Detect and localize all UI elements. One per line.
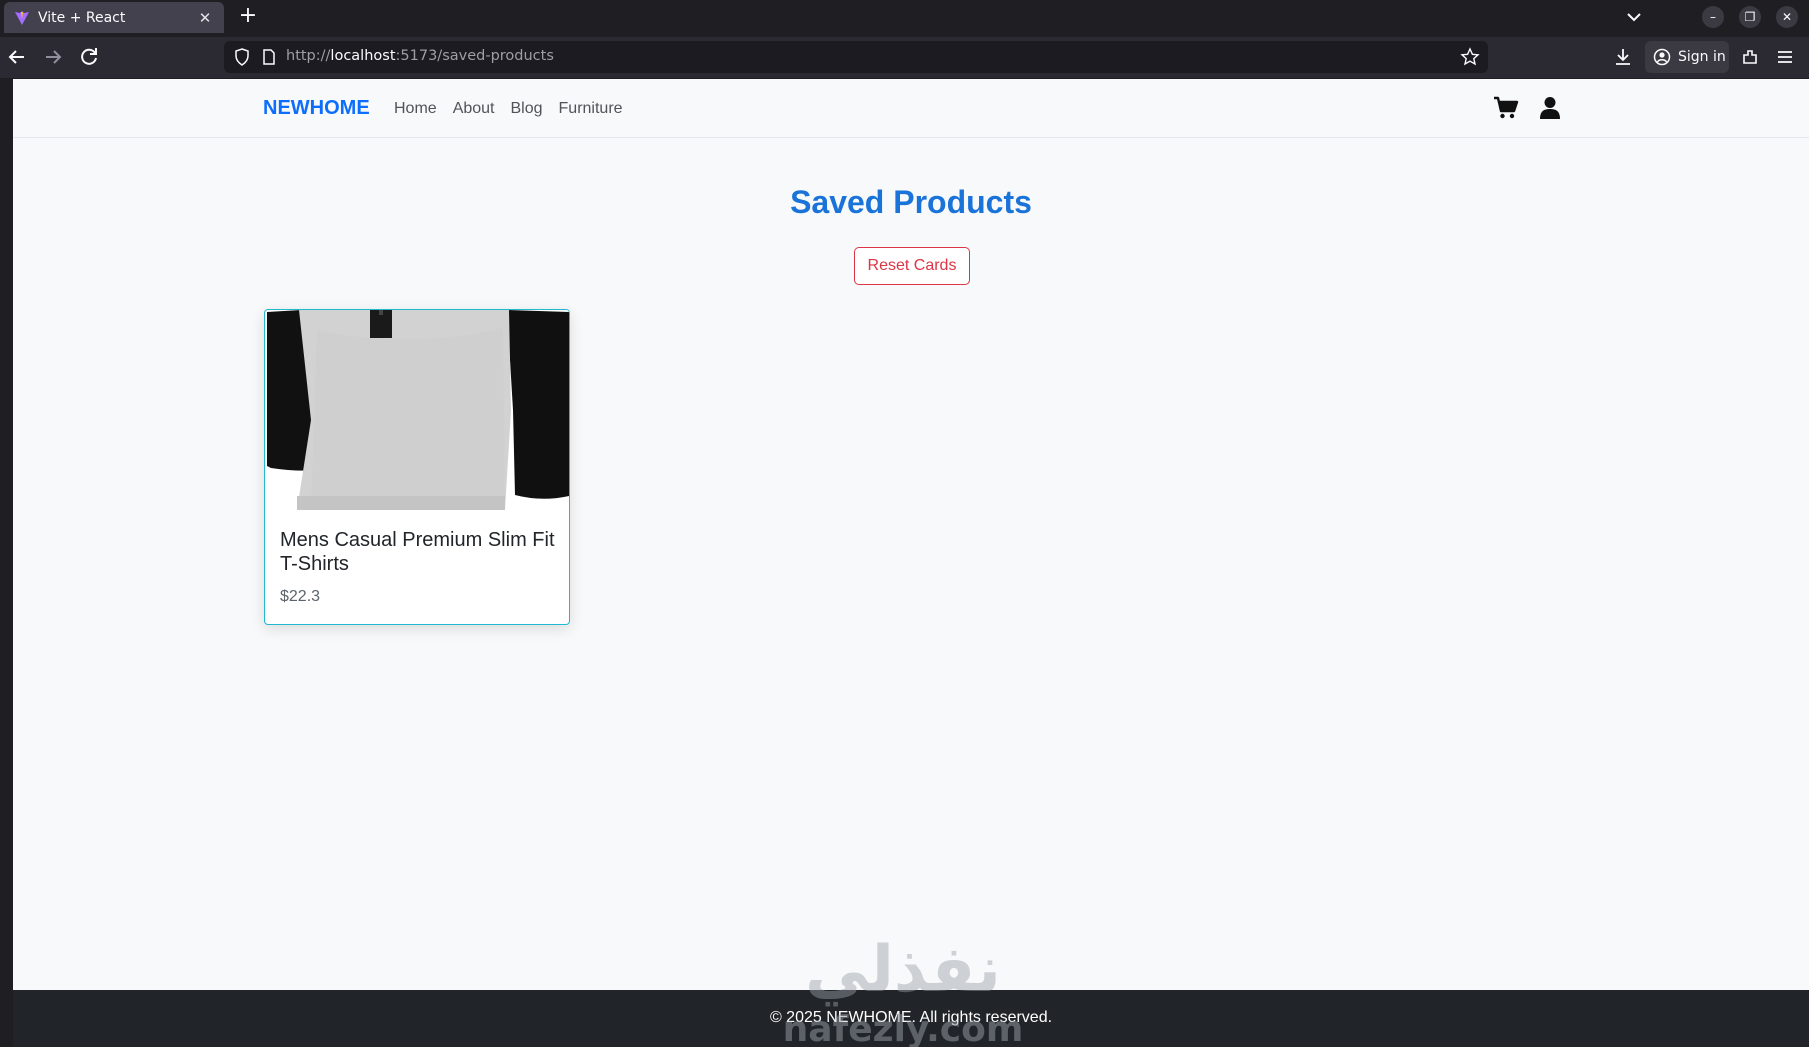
new-tab-icon[interactable]: + bbox=[236, 4, 260, 28]
sign-in-label: Sign in bbox=[1678, 49, 1726, 65]
reset-cards-button[interactable]: Reset Cards bbox=[854, 247, 970, 285]
tab-title: Vite + React bbox=[38, 9, 126, 26]
browser-tab[interactable]: Vite + React ✕ bbox=[4, 2, 224, 33]
shield-icon[interactable] bbox=[232, 47, 252, 67]
site-navbar: NEWHOME Home About Blog Furniture bbox=[13, 79, 1809, 138]
back-arrow-icon[interactable] bbox=[5, 45, 29, 69]
download-icon[interactable] bbox=[1611, 45, 1635, 69]
site-footer: © 2025 NEWHOME. All rights reserved. bbox=[13, 990, 1809, 1047]
nav-link-furniture[interactable]: Furniture bbox=[559, 100, 623, 118]
product-card[interactable]: Mens Casual Premium Slim Fit T-Shirts $2… bbox=[264, 309, 570, 625]
account-icon bbox=[1653, 48, 1671, 66]
forward-arrow-icon[interactable] bbox=[41, 45, 65, 69]
chevron-down-icon[interactable] bbox=[1622, 6, 1646, 28]
user-icon[interactable] bbox=[1539, 96, 1561, 120]
brand-logo[interactable]: NEWHOME bbox=[263, 97, 370, 120]
nav-link-home[interactable]: Home bbox=[394, 100, 437, 118]
minimize-icon[interactable]: – bbox=[1702, 6, 1724, 28]
page-title: Saved Products bbox=[790, 184, 1032, 220]
sign-in-button[interactable]: Sign in bbox=[1645, 41, 1729, 73]
reload-icon[interactable] bbox=[77, 45, 101, 69]
page-viewport: NEWHOME Home About Blog Furniture Saved … bbox=[13, 79, 1809, 1047]
tab-close-icon[interactable]: ✕ bbox=[196, 9, 214, 27]
restore-icon[interactable]: ❐ bbox=[1739, 6, 1761, 28]
page-icon[interactable] bbox=[260, 48, 278, 66]
product-title[interactable]: Mens Casual Premium Slim Fit T-Shirts bbox=[280, 528, 556, 576]
nav-link-blog[interactable]: Blog bbox=[511, 100, 543, 118]
product-image[interactable] bbox=[267, 310, 569, 510]
bookmark-star-icon[interactable] bbox=[1460, 47, 1480, 67]
url-text[interactable]: http://localhost:5173/saved-products bbox=[286, 48, 554, 64]
menu-icon[interactable] bbox=[1773, 45, 1797, 69]
browser-tab-bar: Vite + React ✕ + – ❐ ✕ bbox=[0, 0, 1809, 33]
extensions-icon[interactable] bbox=[1738, 45, 1762, 69]
close-window-icon[interactable]: ✕ bbox=[1776, 6, 1798, 28]
browser-toolbar: http://localhost:5173/saved-products Sig… bbox=[0, 37, 1809, 78]
vite-logo-icon bbox=[15, 10, 29, 25]
nav-link-about[interactable]: About bbox=[453, 100, 495, 118]
cart-icon[interactable] bbox=[1493, 96, 1519, 120]
footer-copyright: © 2025 NEWHOME. All rights reserved. bbox=[769, 1009, 1053, 1026]
product-price: $22.3 bbox=[280, 588, 321, 605]
nav-links: Home About Blog Furniture bbox=[394, 100, 623, 118]
address-bar[interactable]: http://localhost:5173/saved-products bbox=[224, 41, 1488, 73]
